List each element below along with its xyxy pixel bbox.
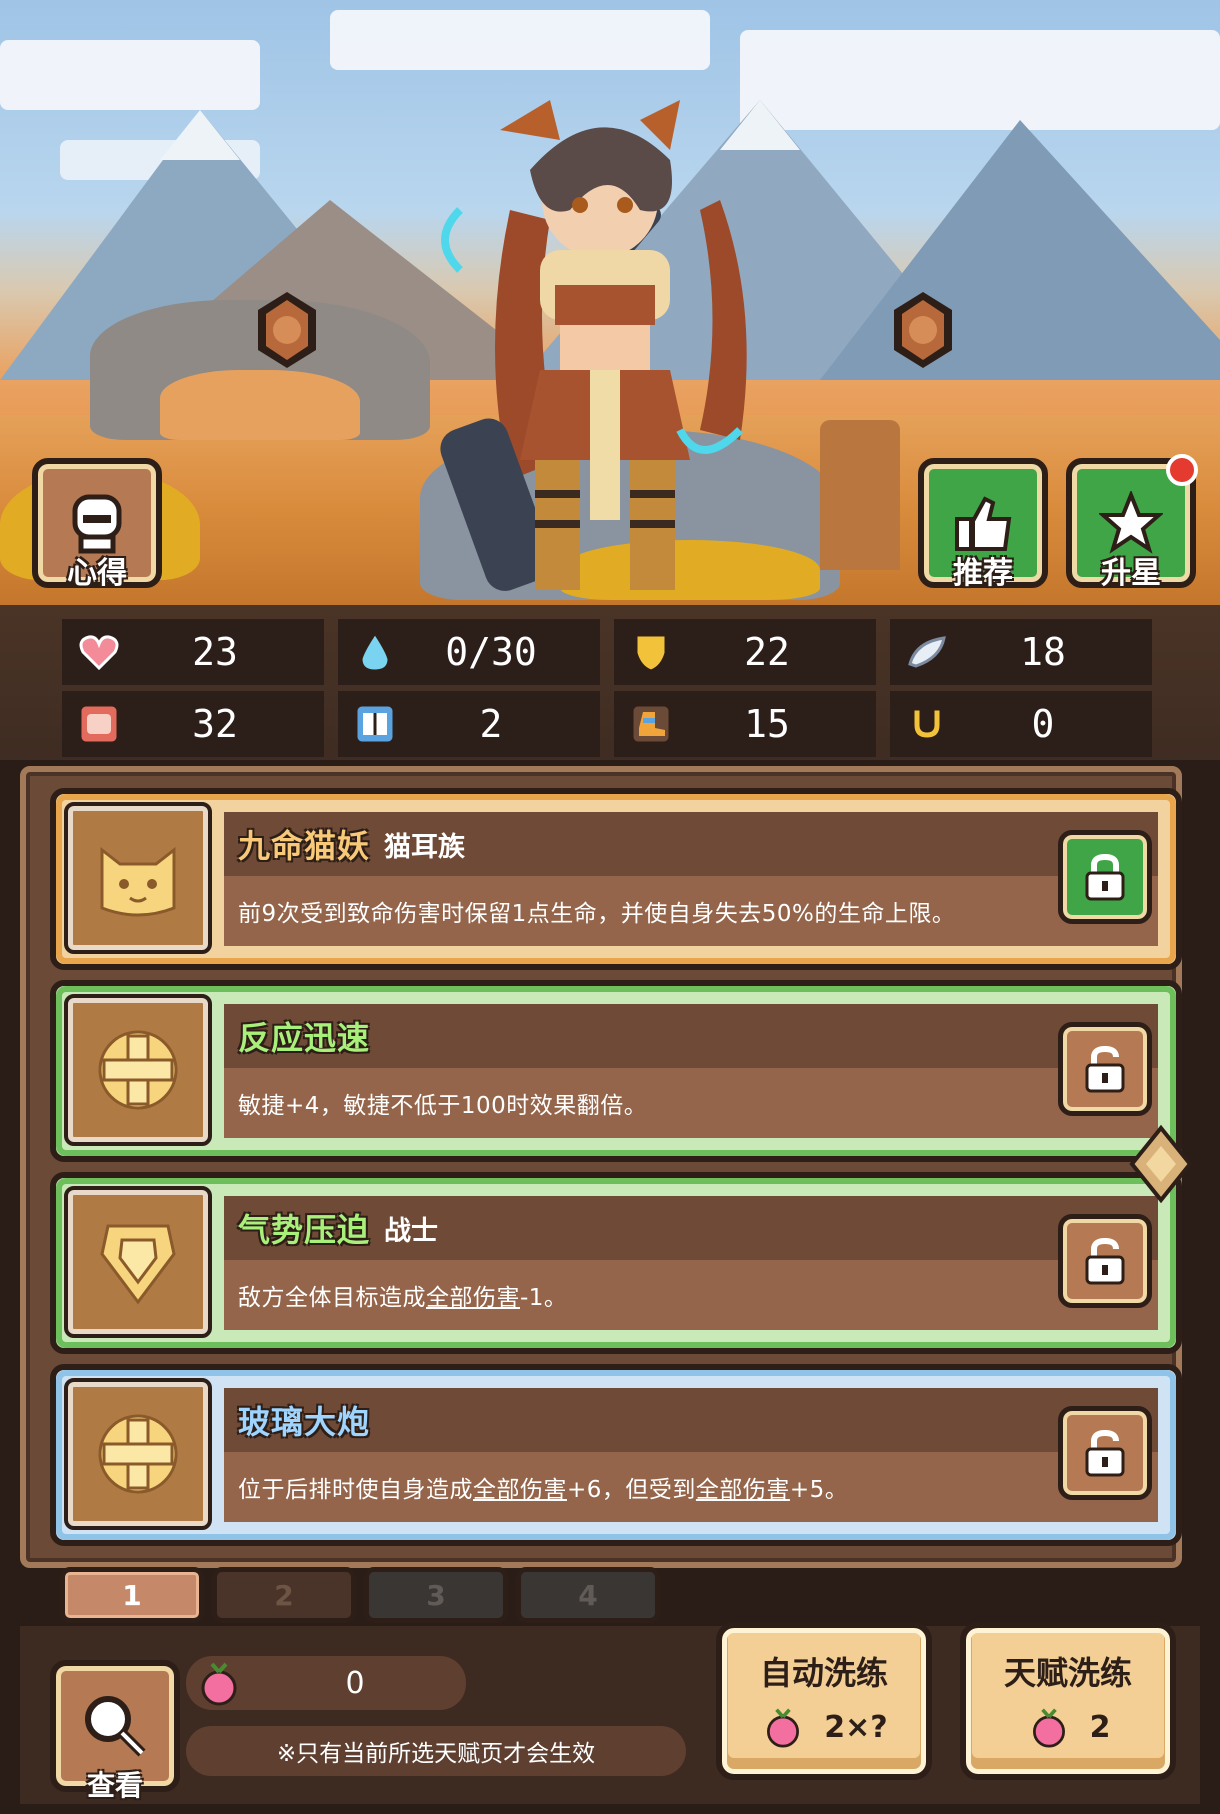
talent-card[interactable]: 九命猫妖 猫耳族 前9次受到致命伤害时保留1点生命，并使自身失去50%的生命上限… <box>50 788 1182 970</box>
auto-reroll-button[interactable]: 自动洗练 2×? <box>716 1622 932 1780</box>
sandstone-pillar <box>820 420 900 570</box>
hero-character <box>440 100 747 591</box>
keyword-link[interactable]: 全部伤害 <box>473 1477 567 1503</box>
recommend-label: 推荐 <box>953 556 1013 591</box>
fruit-counter: 0 <box>186 1656 466 1710</box>
talent-reroll-cost: 2 <box>1089 1709 1111 1745</box>
mana-drop-icon <box>348 625 402 679</box>
fruit-icon <box>201 1662 237 1706</box>
talent-lock-button[interactable] <box>1058 1022 1152 1116</box>
talent-icon-box <box>64 1186 212 1338</box>
talent-lock-button[interactable] <box>1058 1214 1152 1308</box>
keyword-link[interactable]: 全部伤害 <box>426 1285 520 1311</box>
stat-value: 18 <box>1020 630 1066 674</box>
side-scroll-handle-icon[interactable] <box>1128 1124 1194 1204</box>
lock-open-icon <box>1085 1237 1125 1285</box>
hero-scene: 心得 推荐 升星 <box>0 0 1220 605</box>
auto-reroll-label: 自动洗练 <box>759 1654 888 1692</box>
stats-panel: 23 0/30 22 18 32 2 15 0 <box>0 605 1220 760</box>
talent-page-tab-4[interactable]: 4 <box>516 1567 660 1623</box>
talent-description: 敌方全体目标造成全部伤害-1。 <box>238 1285 568 1311</box>
stat-value: 0/30 <box>445 630 537 674</box>
talent-lock-button[interactable] <box>1058 1406 1152 1500</box>
talent-card[interactable]: 玻璃大炮 位于后排时使自身造成全部伤害+6，但受到全部伤害+5。 <box>50 1364 1182 1546</box>
star-icon <box>1099 491 1163 554</box>
heart-icon <box>72 625 126 679</box>
stat-speed: 15 <box>614 691 876 757</box>
talent-description: 位于后排时使自身造成全部伤害+6，但受到全部伤害+5。 <box>238 1477 849 1503</box>
insight-button[interactable]: 心得 <box>32 458 162 591</box>
insight-label: 心得 <box>67 556 127 591</box>
stat-value: 23 <box>192 630 238 674</box>
talent-icon-box <box>64 994 212 1146</box>
talent-icon-box <box>64 1378 212 1530</box>
book-icon <box>348 697 402 751</box>
fruit-count: 0 <box>345 1665 365 1701</box>
stat-value: 32 <box>192 702 238 746</box>
talent-name: 玻璃大炮 <box>238 1403 371 1441</box>
talent-body: 九命猫妖 猫耳族 前9次受到致命伤害时保留1点生命，并使自身失去50%的生命上限… <box>224 812 1158 946</box>
cross-emblem-icon <box>98 1030 178 1110</box>
talent-name: 九命猫妖 <box>238 827 371 865</box>
fist-icon <box>72 697 126 751</box>
shield-emblem-icon <box>100 1224 176 1305</box>
talent-card[interactable]: 气势压迫 战士 敌方全体目标造成全部伤害-1。 <box>50 1172 1182 1354</box>
cross-emblem-icon <box>98 1414 178 1494</box>
cat-face-icon <box>100 846 176 917</box>
skull-icon <box>72 494 122 554</box>
stat-luck: 0 <box>890 691 1152 757</box>
talent-tag: 战士 <box>384 1215 439 1247</box>
talent-reroll-button[interactable]: 天赋洗练 2 <box>960 1622 1176 1780</box>
stat-agility: 18 <box>890 619 1152 685</box>
recommend-button[interactable]: 推荐 <box>918 458 1048 591</box>
thumbs-up-icon <box>955 496 1012 551</box>
horseshoe-icon <box>900 697 954 751</box>
emblem-right-icon <box>894 292 952 368</box>
lock-open-icon <box>1085 1045 1125 1093</box>
talent-body: 气势压迫 战士 敌方全体目标造成全部伤害-1。 <box>224 1196 1158 1330</box>
magnifier-icon <box>85 1696 146 1757</box>
stat-defense: 22 <box>614 619 876 685</box>
lock-open-icon <box>1085 1429 1125 1477</box>
stat-value: 15 <box>744 702 790 746</box>
talent-description: 前9次受到致命伤害时保留1点生命，并使自身失去50%的生命上限。 <box>238 901 956 927</box>
talent-lock-button[interactable] <box>1058 830 1152 924</box>
cloud <box>330 10 710 70</box>
talent-page-tab-1[interactable]: 1 <box>60 1567 204 1623</box>
stat-value: 0 <box>1031 702 1055 746</box>
stat-mana: 0/30 <box>338 619 600 685</box>
talent-reroll-label: 天赋洗练 <box>1003 1654 1132 1692</box>
stat-hp: 23 <box>62 619 324 685</box>
talent-page-note: ※只有当前所选天赋页才会生效 <box>186 1726 686 1776</box>
talent-body: 反应迅速 敏捷+4，敏捷不低于100时效果翻倍。 <box>224 1004 1158 1138</box>
lock-closed-icon <box>1085 853 1125 901</box>
shield-icon <box>624 625 678 679</box>
stat-intellect: 2 <box>338 691 600 757</box>
star-up-button[interactable]: 升星 <box>1066 454 1198 591</box>
talent-card[interactable]: 反应迅速 敏捷+4，敏捷不低于100时效果翻倍。 <box>50 980 1182 1162</box>
keyword-link[interactable]: 全部伤害 <box>696 1477 790 1503</box>
fruit-icon <box>1032 1708 1065 1748</box>
talent-description: 敏捷+4，敏捷不低于100时效果翻倍。 <box>238 1093 648 1119</box>
stat-attack: 32 <box>62 691 324 757</box>
auto-reroll-cost: 2×? <box>824 1709 888 1745</box>
arch-gap <box>160 370 360 440</box>
feather-icon <box>900 625 954 679</box>
talent-tag: 猫耳族 <box>384 831 466 863</box>
talent-name: 反应迅速 <box>238 1019 371 1057</box>
boot-icon <box>624 697 678 751</box>
stat-value: 2 <box>479 702 503 746</box>
star-up-label: 升星 <box>1101 556 1161 591</box>
talent-body: 玻璃大炮 位于后排时使自身造成全部伤害+6，但受到全部伤害+5。 <box>224 1388 1158 1522</box>
talent-page-tab-3[interactable]: 3 <box>364 1567 508 1623</box>
stat-value: 22 <box>744 630 790 674</box>
fruit-icon <box>767 1708 800 1748</box>
view-button[interactable]: 查看 <box>50 1660 180 1802</box>
talent-icon-box <box>64 802 212 954</box>
emblem-left-icon <box>258 292 316 368</box>
notification-dot <box>1166 454 1198 486</box>
view-label: 查看 <box>86 1769 143 1802</box>
talent-page-tab-2[interactable]: 2 <box>212 1567 356 1623</box>
talent-name: 气势压迫 <box>238 1211 371 1249</box>
